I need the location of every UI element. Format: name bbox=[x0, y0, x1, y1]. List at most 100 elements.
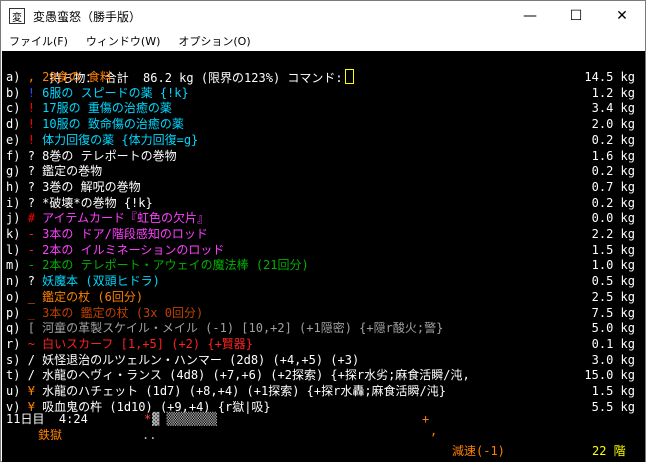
inventory-item-name: 妖魔本 (双頭ヒドラ) bbox=[42, 274, 160, 288]
inventory-item-weight: 5.5 kg bbox=[591, 400, 635, 414]
inventory-item-symbol: ! bbox=[27, 86, 35, 100]
inventory-item-key: c) bbox=[6, 101, 21, 115]
inventory-item-symbol: / bbox=[27, 368, 35, 382]
map-floor-dots: .. bbox=[142, 428, 157, 442]
inventory-item-key: j) bbox=[6, 211, 21, 225]
inventory-item[interactable]: s) / 妖怪退治のルツェルン・ハンマー (2d8) (+4,+5) (+3) bbox=[6, 352, 359, 368]
inventory-item-name: 3本の 鑑定の杖 (3x 0回分) bbox=[42, 306, 204, 320]
inventory-item[interactable]: p) _ 3本の 鑑定の杖 (3x 0回分) bbox=[6, 305, 203, 321]
inventory-item[interactable]: c) ! 17服の 重傷の治癒の薬 bbox=[6, 100, 172, 116]
inventory-item-weight: 0.2 kg bbox=[591, 133, 635, 147]
inventory-item[interactable]: u) ¥ 水龍のハチェット (1d7) (+8,+4) (+1探索) {+探r水… bbox=[6, 383, 446, 399]
inventory-item[interactable]: l) - 2本の イルミネーションのロッド bbox=[6, 242, 224, 258]
status-depth: 22 階 bbox=[592, 444, 626, 458]
inventory-item[interactable]: k) - 3本の ドア/階段感知のロッド bbox=[6, 226, 208, 242]
title-bar[interactable]: 変 変愚蛮怒（勝手版） — ☐ ✕ bbox=[1, 1, 645, 31]
app-icon[interactable]: 変 bbox=[9, 8, 25, 24]
inventory-item-weight: 1.5 kg bbox=[591, 384, 635, 398]
map-door: + bbox=[422, 412, 430, 426]
menu-options[interactable]: オプション(O) bbox=[178, 33, 250, 49]
inventory-item-key: u) bbox=[6, 384, 21, 398]
maximize-icon[interactable]: ☐ bbox=[553, 1, 599, 31]
inventory-item-name: 水龍のハチェット (1d7) (+8,+4) (+1探索) {+探r水轟;麻食活… bbox=[42, 384, 446, 398]
menu-window[interactable]: ウィンドウ(W) bbox=[86, 33, 160, 49]
inventory-item-key: k) bbox=[6, 227, 21, 241]
inventory-item-symbol: - bbox=[27, 227, 35, 241]
map-item: , bbox=[430, 424, 438, 438]
inventory-header: 持ち物： 合計 86.2 kg (限界の123%) コマンド: bbox=[6, 53, 354, 85]
inventory-item-symbol: - bbox=[27, 258, 35, 272]
inventory-item[interactable]: d) ! 10服の 致命傷の治癒の薬 bbox=[6, 116, 184, 132]
inventory-item-name: 3巻の 解呪の巻物 bbox=[42, 180, 141, 194]
inventory-item-symbol: ? bbox=[27, 180, 35, 194]
inventory-item[interactable]: m) - 2本の テレポート・アウェイの魔法棒 (21回分) bbox=[6, 257, 309, 273]
menu-file[interactable]: ファイル(F) bbox=[9, 33, 68, 49]
inventory-item-name: 河童の革製スケイル・メイル (-1) [10,+2] (+1隠密) {+隠r酸火… bbox=[42, 321, 444, 335]
inventory-item-weight: 3.0 kg bbox=[591, 353, 635, 367]
text-cursor bbox=[344, 69, 354, 84]
inventory-item-weight: 1.2 kg bbox=[591, 86, 635, 100]
inventory-item-key: h) bbox=[6, 180, 21, 194]
inventory-item-symbol: ! bbox=[27, 117, 35, 131]
inventory-item-key: n) bbox=[6, 274, 21, 288]
inventory-item-symbol: _ bbox=[27, 290, 35, 304]
window-controls: — ☐ ✕ bbox=[507, 1, 645, 31]
inventory-item[interactable]: a) , 29食の 食料 bbox=[6, 69, 112, 85]
inventory-item-weight: 2.0 kg bbox=[591, 117, 635, 131]
inventory-item-weight: 0.5 kg bbox=[591, 274, 635, 288]
inventory-item[interactable]: t) / 水龍のヘヴィ・ランス (4d8) (+7,+6) (+2探索) {+探… bbox=[6, 367, 470, 383]
inventory-item-name: *破壊*の巻物 {!k} bbox=[42, 196, 153, 210]
inventory-item[interactable]: h) ? 3巻の 解呪の巻物 bbox=[6, 179, 141, 195]
terminal-view[interactable]: 持ち物： 合計 86.2 kg (限界の123%) コマンド: a) , 29食… bbox=[2, 51, 645, 462]
status-location: 鉄獄 bbox=[38, 428, 63, 442]
inventory-item-key: l) bbox=[6, 243, 21, 257]
inventory-item[interactable]: i) ? *破壊*の巻物 {!k} bbox=[6, 195, 153, 211]
inventory-item-name: 6服の スピードの薬 {!k} bbox=[42, 86, 189, 100]
inventory-item-key: t) bbox=[6, 368, 21, 382]
inventory-item-symbol: ~ bbox=[27, 337, 35, 351]
inventory-item-symbol: , bbox=[27, 70, 35, 84]
inventory-item-weight: 0.0 kg bbox=[591, 211, 635, 225]
inventory-item-name: 17服の 重傷の治癒の薬 bbox=[42, 101, 172, 115]
inventory-item-key: i) bbox=[6, 196, 21, 210]
inventory-item-weight: 1.6 kg bbox=[591, 149, 635, 163]
inventory-item-symbol: ? bbox=[27, 149, 35, 163]
close-icon[interactable]: ✕ bbox=[599, 1, 645, 31]
inventory-item-weight: 14.5 kg bbox=[584, 70, 635, 84]
inventory-item-key: e) bbox=[6, 133, 21, 147]
inventory-item-weight: 0.2 kg bbox=[591, 164, 635, 178]
inventory-item-symbol: ? bbox=[27, 196, 35, 210]
inventory-item[interactable]: f) ? 8巻の テレポートの巻物 bbox=[6, 148, 177, 164]
inventory-item-name: アイテムカード『虹色の欠片』 bbox=[42, 211, 209, 225]
inventory-item-name: 2本の テレポート・アウェイの魔法棒 (21回分) bbox=[42, 258, 309, 272]
inventory-item[interactable]: r) ~ 白いスカーフ [1,+5] (+2) {+賢器} bbox=[6, 336, 253, 352]
inventory-item-name: 鑑定の杖 (6回分) bbox=[42, 290, 144, 304]
status-speed: 減速(-1) bbox=[452, 444, 505, 458]
inventory-item-weight: 0.7 kg bbox=[591, 180, 635, 194]
inventory-item-weight: 3.4 kg bbox=[591, 101, 635, 115]
inventory-item-symbol: _ bbox=[27, 306, 35, 320]
map-wall-blocks: ▓ ▒▒▒▒▒▒▒ bbox=[152, 412, 218, 426]
inventory-item[interactable]: q) [ 河童の革製スケイル・メイル (-1) [10,+2] (+1隠密) {… bbox=[6, 320, 443, 336]
minimize-icon[interactable]: — bbox=[507, 1, 553, 31]
inventory-item-symbol: ! bbox=[27, 133, 35, 147]
inventory-item-key: g) bbox=[6, 164, 21, 178]
inventory-item-key: q) bbox=[6, 321, 21, 335]
inventory-item[interactable]: b) ! 6服の スピードの薬 {!k} bbox=[6, 85, 189, 101]
inventory-item-symbol: - bbox=[27, 243, 35, 257]
inventory-item[interactable]: e) ! 体力回復の薬 {体力回復=g} bbox=[6, 132, 198, 148]
inventory-item-weight: 5.0 kg bbox=[591, 321, 635, 335]
inventory-item-name: 8巻の テレポートの巻物 bbox=[42, 149, 177, 163]
inventory-item[interactable]: j) # アイテムカード『虹色の欠片』 bbox=[6, 210, 209, 226]
inventory-item-key: a) bbox=[6, 70, 21, 84]
inventory-item[interactable]: g) ? 鑑定の巻物 bbox=[6, 163, 102, 179]
inventory-item-weight: 7.5 kg bbox=[591, 306, 635, 320]
inventory-item[interactable]: n) ? 妖魔本 (双頭ヒドラ) bbox=[6, 273, 160, 289]
inventory-item-key: o) bbox=[6, 290, 21, 304]
inventory-item[interactable]: o) _ 鑑定の杖 (6回分) bbox=[6, 289, 143, 305]
inventory-item-symbol: ? bbox=[27, 274, 35, 288]
map-star: * bbox=[144, 412, 152, 426]
inventory-item-symbol: ! bbox=[27, 101, 35, 115]
menu-bar: ファイル(F) ウィンドウ(W) オプション(O) bbox=[1, 31, 645, 51]
inventory-item-name: 10服の 致命傷の治癒の薬 bbox=[42, 117, 184, 131]
